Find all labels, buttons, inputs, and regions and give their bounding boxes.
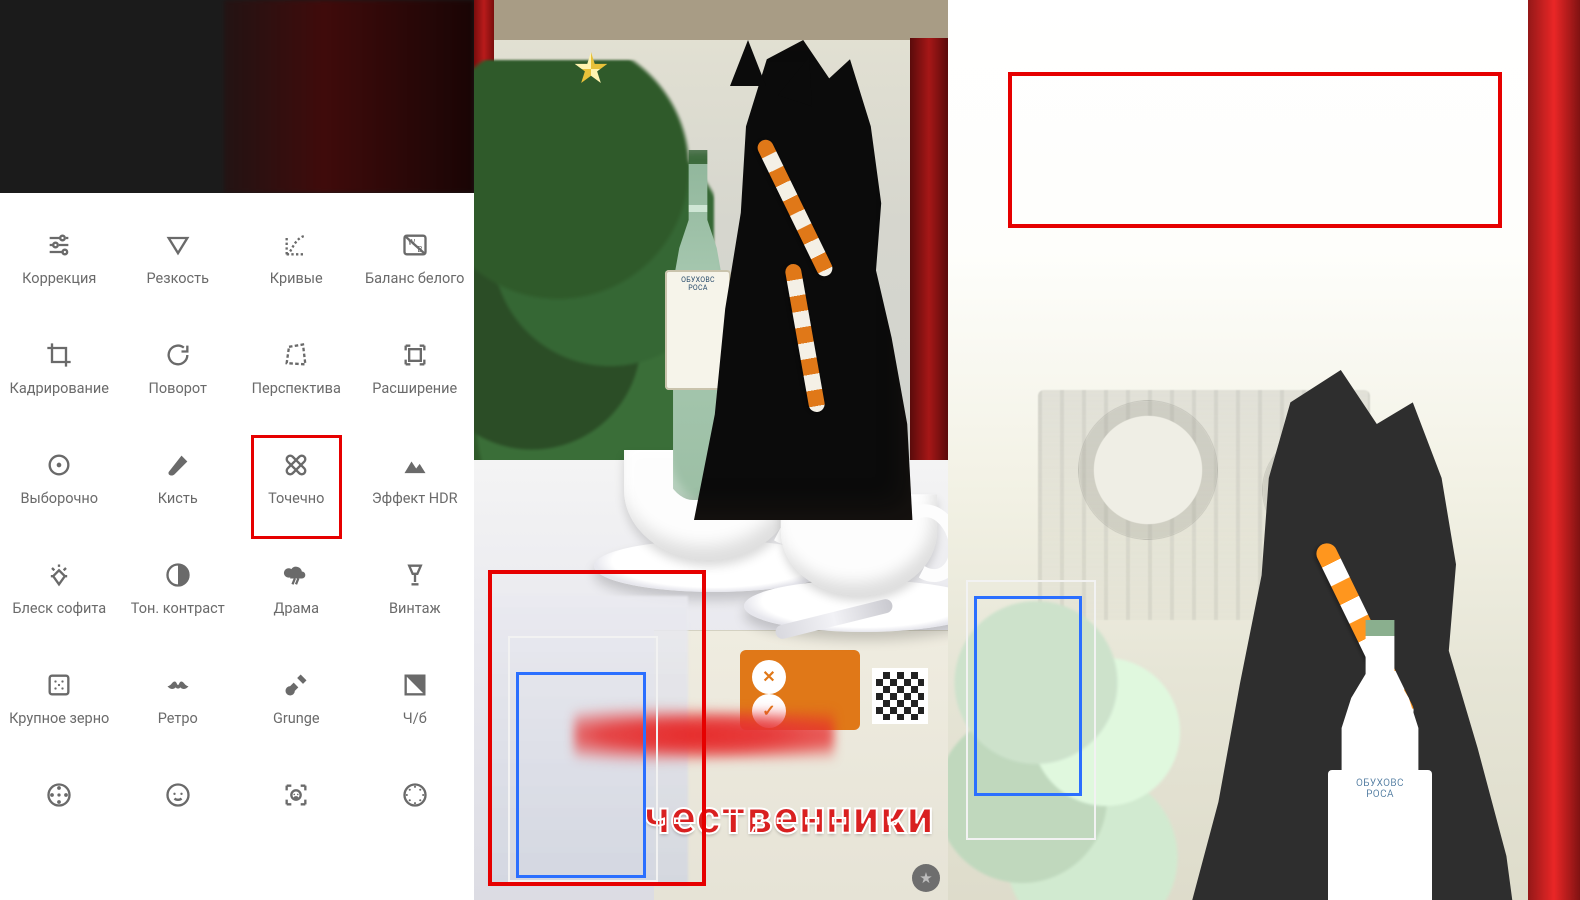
tool-perspective[interactable]: Перспектива	[237, 321, 356, 431]
tool-drama[interactable]: Драма	[237, 541, 356, 651]
tool-label: Grunge	[273, 711, 320, 728]
face-icon	[162, 779, 194, 811]
tool-label: Кисть	[158, 491, 198, 508]
bottle-brand: ОБУХОВС	[681, 276, 715, 284]
crop-icon	[43, 339, 75, 371]
tool-label: Ретро	[158, 711, 198, 728]
tool-label: Винтаж	[389, 601, 441, 618]
tool-grunge[interactable]: Grunge	[237, 651, 356, 761]
tool-lens-blur[interactable]	[356, 761, 475, 871]
triangle-down-icon	[162, 229, 194, 261]
tool-noir[interactable]	[0, 761, 119, 871]
qr-code	[872, 668, 928, 724]
svg-text:B: B	[417, 244, 422, 254]
lamp-icon	[399, 559, 431, 591]
tool-glamour[interactable]: Блеск софита	[0, 541, 119, 651]
annotation-target	[974, 596, 1082, 796]
photo-edited: ОБУХОВС РОСА	[948, 0, 1580, 900]
tool-portrait[interactable]	[119, 761, 238, 871]
tool-crop[interactable]: Кадрирование	[0, 321, 119, 431]
tools-panel-column: Коррекция Резкость Кривые WB Баланс бело…	[0, 0, 474, 900]
tool-hdr[interactable]: Эффект HDR	[356, 431, 475, 541]
half-circle-icon	[162, 559, 194, 591]
image-preview-strip	[0, 0, 474, 193]
tank-wheel	[1078, 400, 1218, 540]
tool-expand[interactable]: Расширение	[356, 321, 475, 431]
tools-grid: Коррекция Резкость Кривые WB Баланс бело…	[0, 193, 474, 900]
tool-label: Крупное зерно	[9, 711, 109, 728]
bw-square-icon	[399, 669, 431, 701]
brush-icon	[162, 449, 194, 481]
radial-dots-icon	[399, 779, 431, 811]
tool-bw[interactable]: Ч/б	[356, 651, 475, 761]
tool-label: Тон. контраст	[131, 601, 225, 618]
bottle-brand: РОСА	[688, 284, 708, 292]
svg-text:W: W	[408, 237, 416, 247]
target-dot-icon	[43, 449, 75, 481]
film-reel-icon	[43, 779, 75, 811]
tool-label: Выборочно	[20, 491, 98, 508]
tool-label: Расширение	[372, 381, 457, 398]
tool-label: Блеск софита	[12, 601, 106, 618]
spotlight-icon	[43, 559, 75, 591]
tool-grainy-film[interactable]: Крупное зерно	[0, 651, 119, 761]
tool-label: Эффект HDR	[372, 491, 458, 508]
tool-label: Резкость	[146, 271, 209, 288]
tool-tune[interactable]: Коррекция	[0, 211, 119, 321]
curtain	[1528, 0, 1580, 900]
face-focus-icon	[280, 779, 312, 811]
mountains-icon	[399, 449, 431, 481]
tool-label: Ч/б	[403, 711, 427, 728]
tool-details[interactable]: Резкость	[119, 211, 238, 321]
expand-icon	[399, 339, 431, 371]
tool-curves[interactable]: Кривые	[237, 211, 356, 321]
tool-selective[interactable]: Выборочно	[0, 431, 119, 541]
tool-label: Коррекция	[22, 271, 96, 288]
bottle-label: ОБУХОВС РОСА	[1328, 770, 1432, 900]
curves-icon	[280, 229, 312, 261]
tool-label: Точечно	[268, 491, 324, 508]
tool-label: Поворот	[149, 381, 207, 398]
tool-brush[interactable]: Кисть	[119, 431, 238, 541]
annotation-red-top	[1008, 72, 1502, 228]
mustache-icon	[162, 669, 194, 701]
tool-label: Драма	[273, 601, 319, 618]
bottle-brand: РОСА	[1366, 789, 1394, 800]
guitar-icon	[280, 669, 312, 701]
tool-label: Кривые	[270, 271, 323, 288]
film-grain-icon	[43, 669, 75, 701]
tool-head-pose[interactable]	[237, 761, 356, 871]
tool-label: Кадрирование	[10, 381, 109, 398]
favorite-star-icon[interactable]	[912, 864, 940, 892]
curtain	[910, 38, 948, 468]
tool-label: Баланс белого	[365, 271, 464, 288]
tool-tonal-contrast[interactable]: Тон. контраст	[119, 541, 238, 651]
bandage-icon	[280, 449, 312, 481]
perspective-icon	[280, 339, 312, 371]
photo-original: ОБУХОВС РОСА чественники	[474, 0, 948, 900]
annotation-target	[516, 672, 646, 878]
tool-retrolux[interactable]: Ретро	[119, 651, 238, 761]
tool-label: Перспектива	[252, 381, 341, 398]
rotate-icon	[162, 339, 194, 371]
tool-white-balance[interactable]: WB Баланс белого	[356, 211, 475, 321]
tool-rotate[interactable]: Поворот	[119, 321, 238, 431]
bottle-brand: ОБУХОВС	[1356, 778, 1404, 789]
sliders-icon	[43, 229, 75, 261]
storm-cloud-icon	[280, 559, 312, 591]
tool-healing[interactable]: Точечно	[237, 431, 356, 541]
wb-icon: WB	[399, 229, 431, 261]
tool-vintage[interactable]: Винтаж	[356, 541, 475, 651]
